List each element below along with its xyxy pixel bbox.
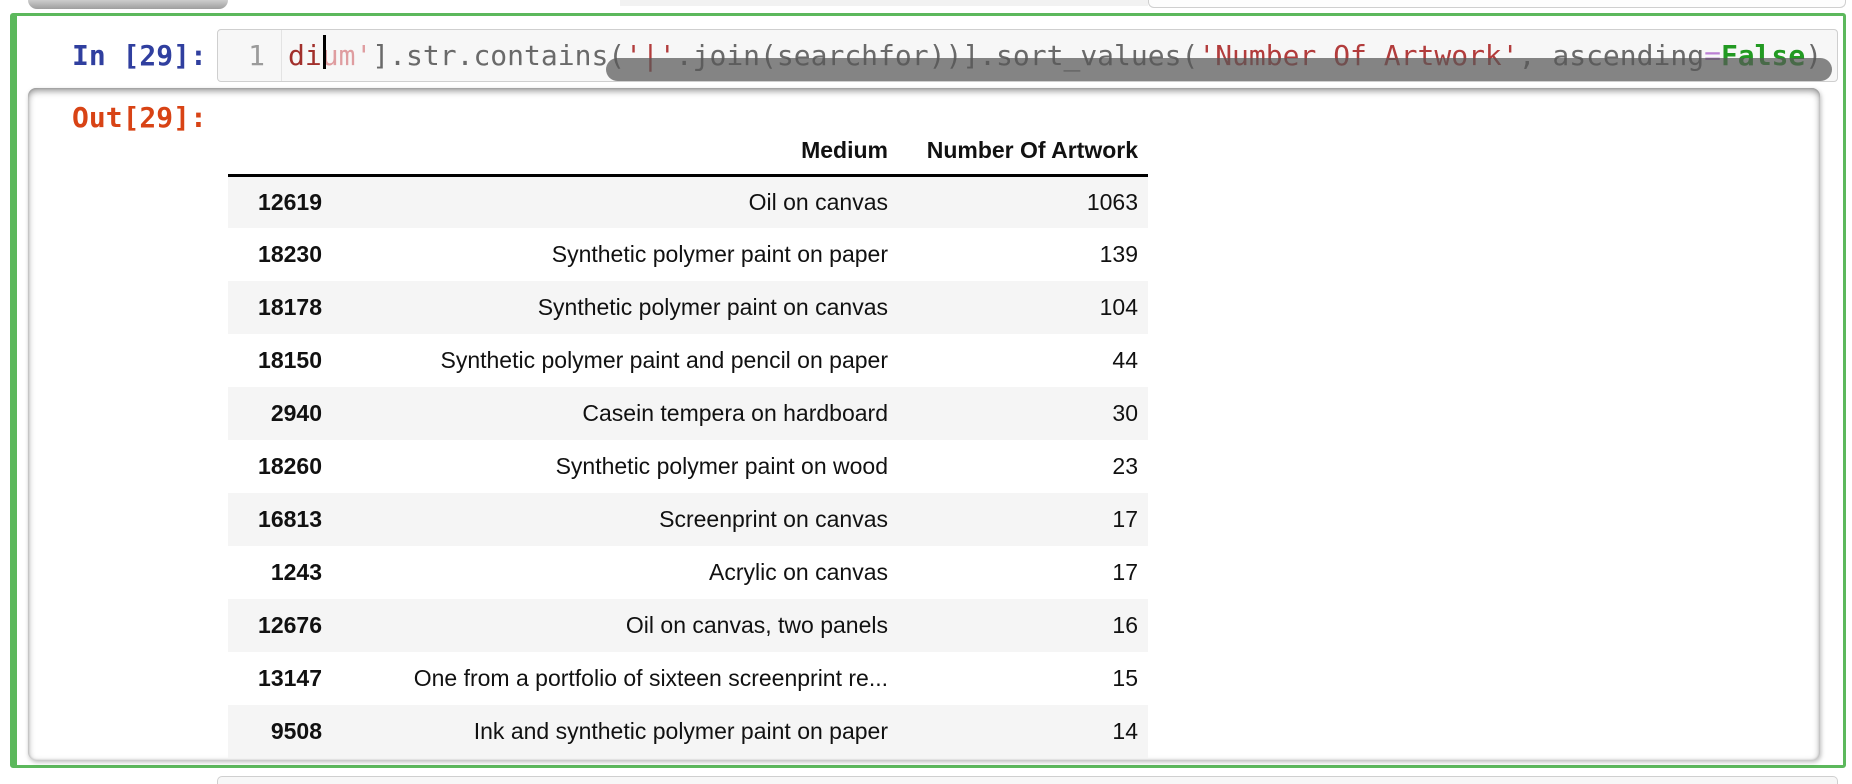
notebook-page: In [29]: 1 dium'].str.contains('|'.join(… bbox=[0, 0, 1852, 784]
output-prompt: Out[29]: bbox=[72, 101, 207, 134]
cell-count: 139 bbox=[1099, 241, 1138, 267]
table-row: 16813 Screenprint on canvas 17 bbox=[228, 493, 1148, 546]
code-token-string: um' bbox=[321, 39, 373, 72]
header-row: Medium Number Of Artwork bbox=[228, 127, 1148, 177]
cell-count: 17 bbox=[1112, 506, 1138, 532]
line-number-gutter: 1 bbox=[218, 30, 282, 81]
cell-count: 15 bbox=[1112, 665, 1138, 691]
cell-medium: Synthetic polymer paint and pencil on pa… bbox=[440, 347, 888, 373]
table-row: 1243 Acrylic on canvas 17 bbox=[228, 546, 1148, 599]
cell-count: 44 bbox=[1112, 347, 1138, 373]
row-index: 18178 bbox=[258, 294, 322, 320]
prev-cell-output-fragment bbox=[620, 0, 1148, 6]
prev-cell-scrollbar-fragment[interactable] bbox=[28, 0, 228, 9]
code-token: ].str.contains( bbox=[372, 39, 626, 72]
output-scroll-box[interactable]: Out[29]: Medium Number Of Artwork 12619 O… bbox=[28, 88, 1820, 760]
column-header-count: Number Of Artwork bbox=[898, 127, 1148, 177]
cell-medium: Acrylic on canvas bbox=[709, 559, 888, 585]
table-row: 12676 Oil on canvas, two panels 16 bbox=[228, 599, 1148, 652]
prev-cell-input-fragment[interactable] bbox=[1148, 0, 1846, 8]
dataframe-table: Medium Number Of Artwork 12619 Oil on can… bbox=[228, 127, 1148, 758]
row-index: 9508 bbox=[270, 718, 322, 744]
cell-count: 104 bbox=[1099, 294, 1138, 320]
line-number: 1 bbox=[248, 39, 265, 72]
cell-medium: Synthetic polymer paint on wood bbox=[555, 453, 888, 479]
table-row: 18178 Synthetic polymer paint on canvas 10… bbox=[228, 281, 1148, 334]
cell-medium: Casein tempera on hardboard bbox=[582, 400, 888, 426]
table-row: 18260 Synthetic polymer paint on wood 23 bbox=[228, 440, 1148, 493]
cell-medium: Ink and synthetic polymer paint on paper bbox=[473, 718, 888, 744]
cell-count: 1063 bbox=[1086, 188, 1138, 215]
cell-count: 16 bbox=[1112, 612, 1138, 638]
table-row: 2940 Casein tempera on hardboard 30 bbox=[228, 387, 1148, 440]
table-row: 12619 Oil on canvas 1063 bbox=[228, 175, 1148, 228]
dataframe-body: 12619 Oil on canvas 1063 18230 Synthetic pol… bbox=[228, 175, 1148, 758]
row-index: 18150 bbox=[258, 347, 322, 373]
cell-medium: Screenprint on canvas bbox=[659, 506, 888, 532]
dataframe-wrapper: Medium Number Of Artwork 12619 Oil on can… bbox=[228, 127, 1148, 758]
table-row: 18230 Synthetic polymer paint on paper 139 bbox=[228, 228, 1148, 281]
table-row: 9508 Ink and synthetic polymer paint on p… bbox=[228, 705, 1148, 758]
row-index: 16813 bbox=[258, 506, 322, 532]
cell-medium: Oil on canvas, two panels bbox=[625, 612, 888, 638]
row-index: 13147 bbox=[258, 665, 322, 691]
row-index: 1243 bbox=[270, 559, 322, 585]
next-cell-input-fragment[interactable] bbox=[217, 776, 1838, 784]
horizontal-scrollbar-thumb[interactable] bbox=[606, 58, 1832, 81]
cell-count: 23 bbox=[1112, 453, 1138, 479]
cell-medium: Oil on canvas bbox=[748, 188, 888, 215]
row-index: 2940 bbox=[270, 400, 322, 426]
row-index: 18260 bbox=[258, 453, 322, 479]
code-token-string: di bbox=[288, 39, 322, 72]
corner-header bbox=[228, 127, 332, 177]
table-row: 18150 Synthetic polymer paint and pencil … bbox=[228, 334, 1148, 387]
cell-count: 14 bbox=[1112, 718, 1138, 744]
row-index: 18230 bbox=[258, 241, 322, 267]
cell-count: 30 bbox=[1112, 400, 1138, 426]
row-index: 12676 bbox=[258, 612, 322, 638]
code-editor[interactable]: 1 dium'].str.contains('|'.join(searchfor… bbox=[217, 29, 1838, 82]
cell-count: 17 bbox=[1112, 559, 1138, 585]
column-header-medium: Medium bbox=[332, 127, 898, 177]
selected-code-cell[interactable]: In [29]: 1 dium'].str.contains('|'.join(… bbox=[10, 13, 1846, 768]
cell-medium: Synthetic polymer paint on paper bbox=[551, 241, 888, 267]
text-cursor bbox=[323, 35, 326, 69]
input-prompt: In [29]: bbox=[72, 39, 207, 72]
row-index: 12619 bbox=[258, 188, 322, 215]
cell-medium: Synthetic polymer paint on canvas bbox=[537, 294, 888, 320]
cell-medium: One from a portfolio of sixteen screenpr… bbox=[413, 665, 888, 691]
table-row: 13147 One from a portfolio of sixteen scr… bbox=[228, 652, 1148, 705]
